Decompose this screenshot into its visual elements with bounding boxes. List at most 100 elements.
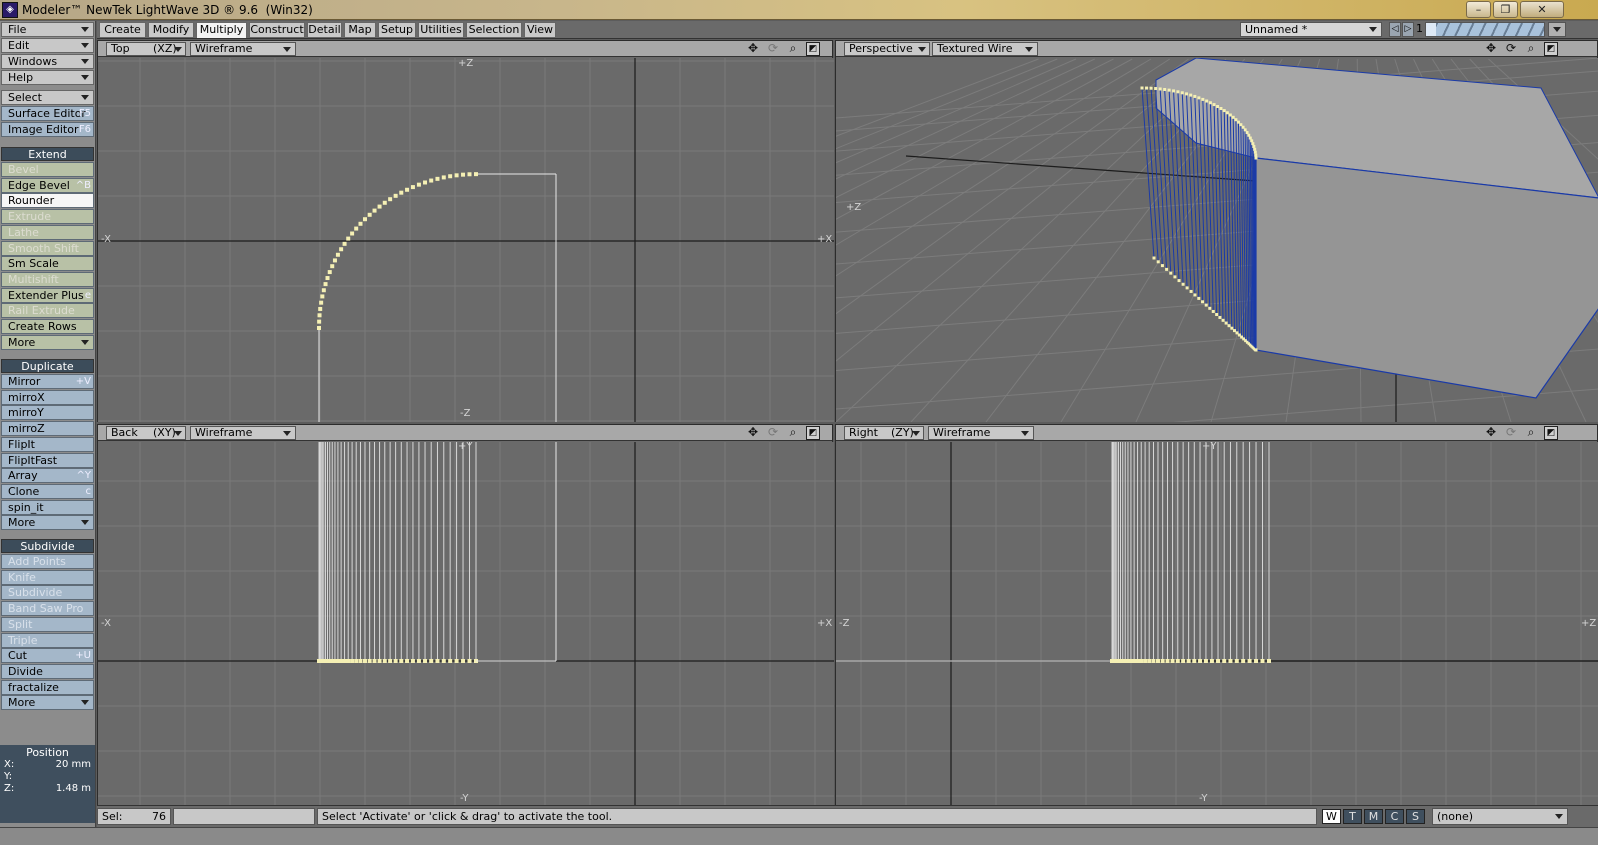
selected-point [1221, 318, 1225, 322]
image-editor-button[interactable]: Image Editor F6 [1, 122, 94, 137]
edge-bevel-button[interactable]: Edge Bevel ^B [1, 177, 94, 193]
select-menu[interactable]: Select [1, 90, 94, 105]
mode-button-t[interactable]: T [1343, 809, 1362, 824]
selected-point [1205, 99, 1209, 103]
tab-construct[interactable]: Construct [249, 22, 305, 38]
chevron-down-icon [81, 700, 89, 706]
perspective-canvas[interactable] [836, 58, 1598, 422]
viewport-view-select[interactable]: Perspective [844, 42, 930, 56]
mirroy-button[interactable]: mirroY [1, 405, 94, 421]
close-button[interactable]: ✕ [1520, 1, 1564, 18]
mirror-button[interactable]: Mirror +V [1, 374, 94, 389]
viewport-mode-select[interactable]: Wireframe [190, 42, 296, 56]
mode-button-m[interactable]: M [1364, 809, 1383, 824]
y-label: Y: [4, 771, 13, 782]
tool-label: Smooth Shift [8, 241, 79, 255]
active-layer[interactable] [1426, 23, 1436, 36]
tool-label: More [8, 335, 36, 349]
divide-button[interactable]: Divide [1, 663, 94, 679]
tab-utilities[interactable]: Utilities [418, 22, 464, 38]
rounder-button[interactable]: Rounder [1, 193, 94, 209]
maximize-button[interactable]: ❐ [1493, 1, 1518, 18]
sm-scale-button[interactable]: Sm Scale [1, 256, 94, 272]
help-menu[interactable]: Help [1, 70, 94, 85]
viewport-right[interactable]: Right (ZY) Wireframe ✥ ⟳ ⌕ ◩ +Y -Y -Z +Z [835, 424, 1598, 805]
zoom-view-icon[interactable]: ⌕ [1522, 42, 1540, 56]
viewport-mode-select[interactable]: Wireframe [928, 426, 1034, 440]
viewport-perspective[interactable]: Perspective Textured Wire ✥ ⟳ ⌕ ◩ +Z [835, 40, 1598, 422]
selected-point [1219, 107, 1223, 111]
zoom-view-icon[interactable]: ⌕ [784, 426, 802, 440]
tab-setup[interactable]: Setup [378, 22, 416, 38]
selected-point [1181, 659, 1186, 663]
viewport-view-select[interactable]: Back (XY) [106, 426, 186, 440]
rotate-view-icon[interactable]: ⟳ [1502, 42, 1520, 56]
more-button[interactable]: More [1, 334, 94, 350]
rotate-view-icon[interactable]: ⟳ [764, 42, 782, 56]
viewport-mode-select[interactable]: Wireframe [190, 426, 296, 440]
maximize-view-icon[interactable]: ◩ [806, 42, 820, 56]
extender-plus-button[interactable]: Extender Plus e [1, 287, 94, 303]
move-view-icon[interactable]: ✥ [744, 426, 762, 440]
band-saw-pro-button: Band Saw Pro [1, 601, 94, 617]
mode-button-c[interactable]: C [1385, 809, 1404, 824]
surface-select[interactable]: (none) [1432, 808, 1568, 825]
more-button[interactable]: More [1, 515, 94, 531]
selected-point [367, 659, 372, 663]
minimize-button[interactable]: – [1466, 1, 1491, 18]
mode-button-w[interactable]: W [1322, 809, 1341, 824]
flipitfast-button[interactable]: FlipItFast [1, 452, 94, 468]
right-view-canvas[interactable] [836, 442, 1598, 805]
back-view-canvas[interactable] [98, 442, 834, 805]
mode-button-s[interactable]: S [1406, 809, 1425, 824]
tab-view[interactable]: View [524, 22, 556, 38]
selected-point [1186, 659, 1191, 663]
clone-button[interactable]: Clone c [1, 483, 94, 499]
tab-map[interactable]: Map [344, 22, 376, 38]
tab-create[interactable]: Create [99, 22, 146, 38]
surface-editor-button[interactable]: Surface Editor F5 [1, 106, 94, 121]
maximize-view-icon[interactable]: ◩ [1544, 42, 1558, 56]
flipit-button[interactable]: FlipIt [1, 436, 94, 452]
tab-modify[interactable]: Modify [148, 22, 194, 38]
cut-button[interactable]: Cut +U [1, 648, 94, 664]
move-view-icon[interactable]: ✥ [744, 42, 762, 56]
selected-point [1227, 324, 1231, 328]
viewport-mode-select[interactable]: Textured Wire [932, 42, 1038, 56]
maximize-view-icon[interactable]: ◩ [1544, 426, 1558, 440]
tab-detail[interactable]: Detail [307, 22, 342, 38]
file-menu[interactable]: File [1, 22, 94, 37]
rotate-view-icon[interactable]: ⟳ [764, 426, 782, 440]
tab-multiply[interactable]: Multiply [196, 22, 247, 38]
selected-point [461, 659, 466, 663]
next-layer-icon[interactable]: ▷ [1402, 22, 1414, 37]
viewport-view-select[interactable]: Right (ZY) [844, 426, 924, 440]
viewport-back[interactable]: Back (XY) Wireframe ✥ ⟳ ⌕ ◩ +Y -Y -X +X [97, 424, 834, 805]
top-view-canvas[interactable] [98, 58, 834, 422]
windows-menu[interactable]: Windows [1, 54, 94, 69]
rotate-view-icon[interactable]: ⟳ [1502, 426, 1520, 440]
selected-point [1216, 659, 1221, 663]
layer-buttons[interactable] [1425, 22, 1545, 37]
prev-layer-icon[interactable]: ◁ [1389, 22, 1401, 37]
zoom-view-icon[interactable]: ⌕ [784, 42, 802, 56]
maximize-view-icon[interactable]: ◩ [806, 426, 820, 440]
viewport-view-select[interactable]: Top (XZ) [106, 42, 186, 56]
spin-it-button[interactable]: spin_it [1, 499, 94, 515]
edit-menu[interactable]: Edit [1, 38, 94, 53]
more-button[interactable]: More [1, 695, 94, 711]
axis-label-right: +Z [1581, 618, 1597, 629]
tab-selection[interactable]: Selection [466, 22, 522, 38]
viewport-top[interactable]: Top (XZ) Wireframe ✥ ⟳ ⌕ ◩ +Z -Z -X +X [97, 40, 834, 422]
array-button[interactable]: Array ^Y [1, 468, 94, 484]
mirroz-button[interactable]: mirroZ [1, 421, 94, 437]
zoom-view-icon[interactable]: ⌕ [1522, 426, 1540, 440]
object-select[interactable]: Unnamed * [1240, 22, 1382, 37]
move-view-icon[interactable]: ✥ [1482, 42, 1500, 56]
create-rows-button[interactable]: Create Rows [1, 319, 94, 334]
fractalize-button[interactable]: fractalize [1, 679, 94, 695]
move-view-icon[interactable]: ✥ [1482, 426, 1500, 440]
mirrox-button[interactable]: mirroX [1, 389, 94, 405]
layer-dropdown[interactable] [1548, 22, 1566, 37]
view-name: Top [111, 42, 130, 55]
